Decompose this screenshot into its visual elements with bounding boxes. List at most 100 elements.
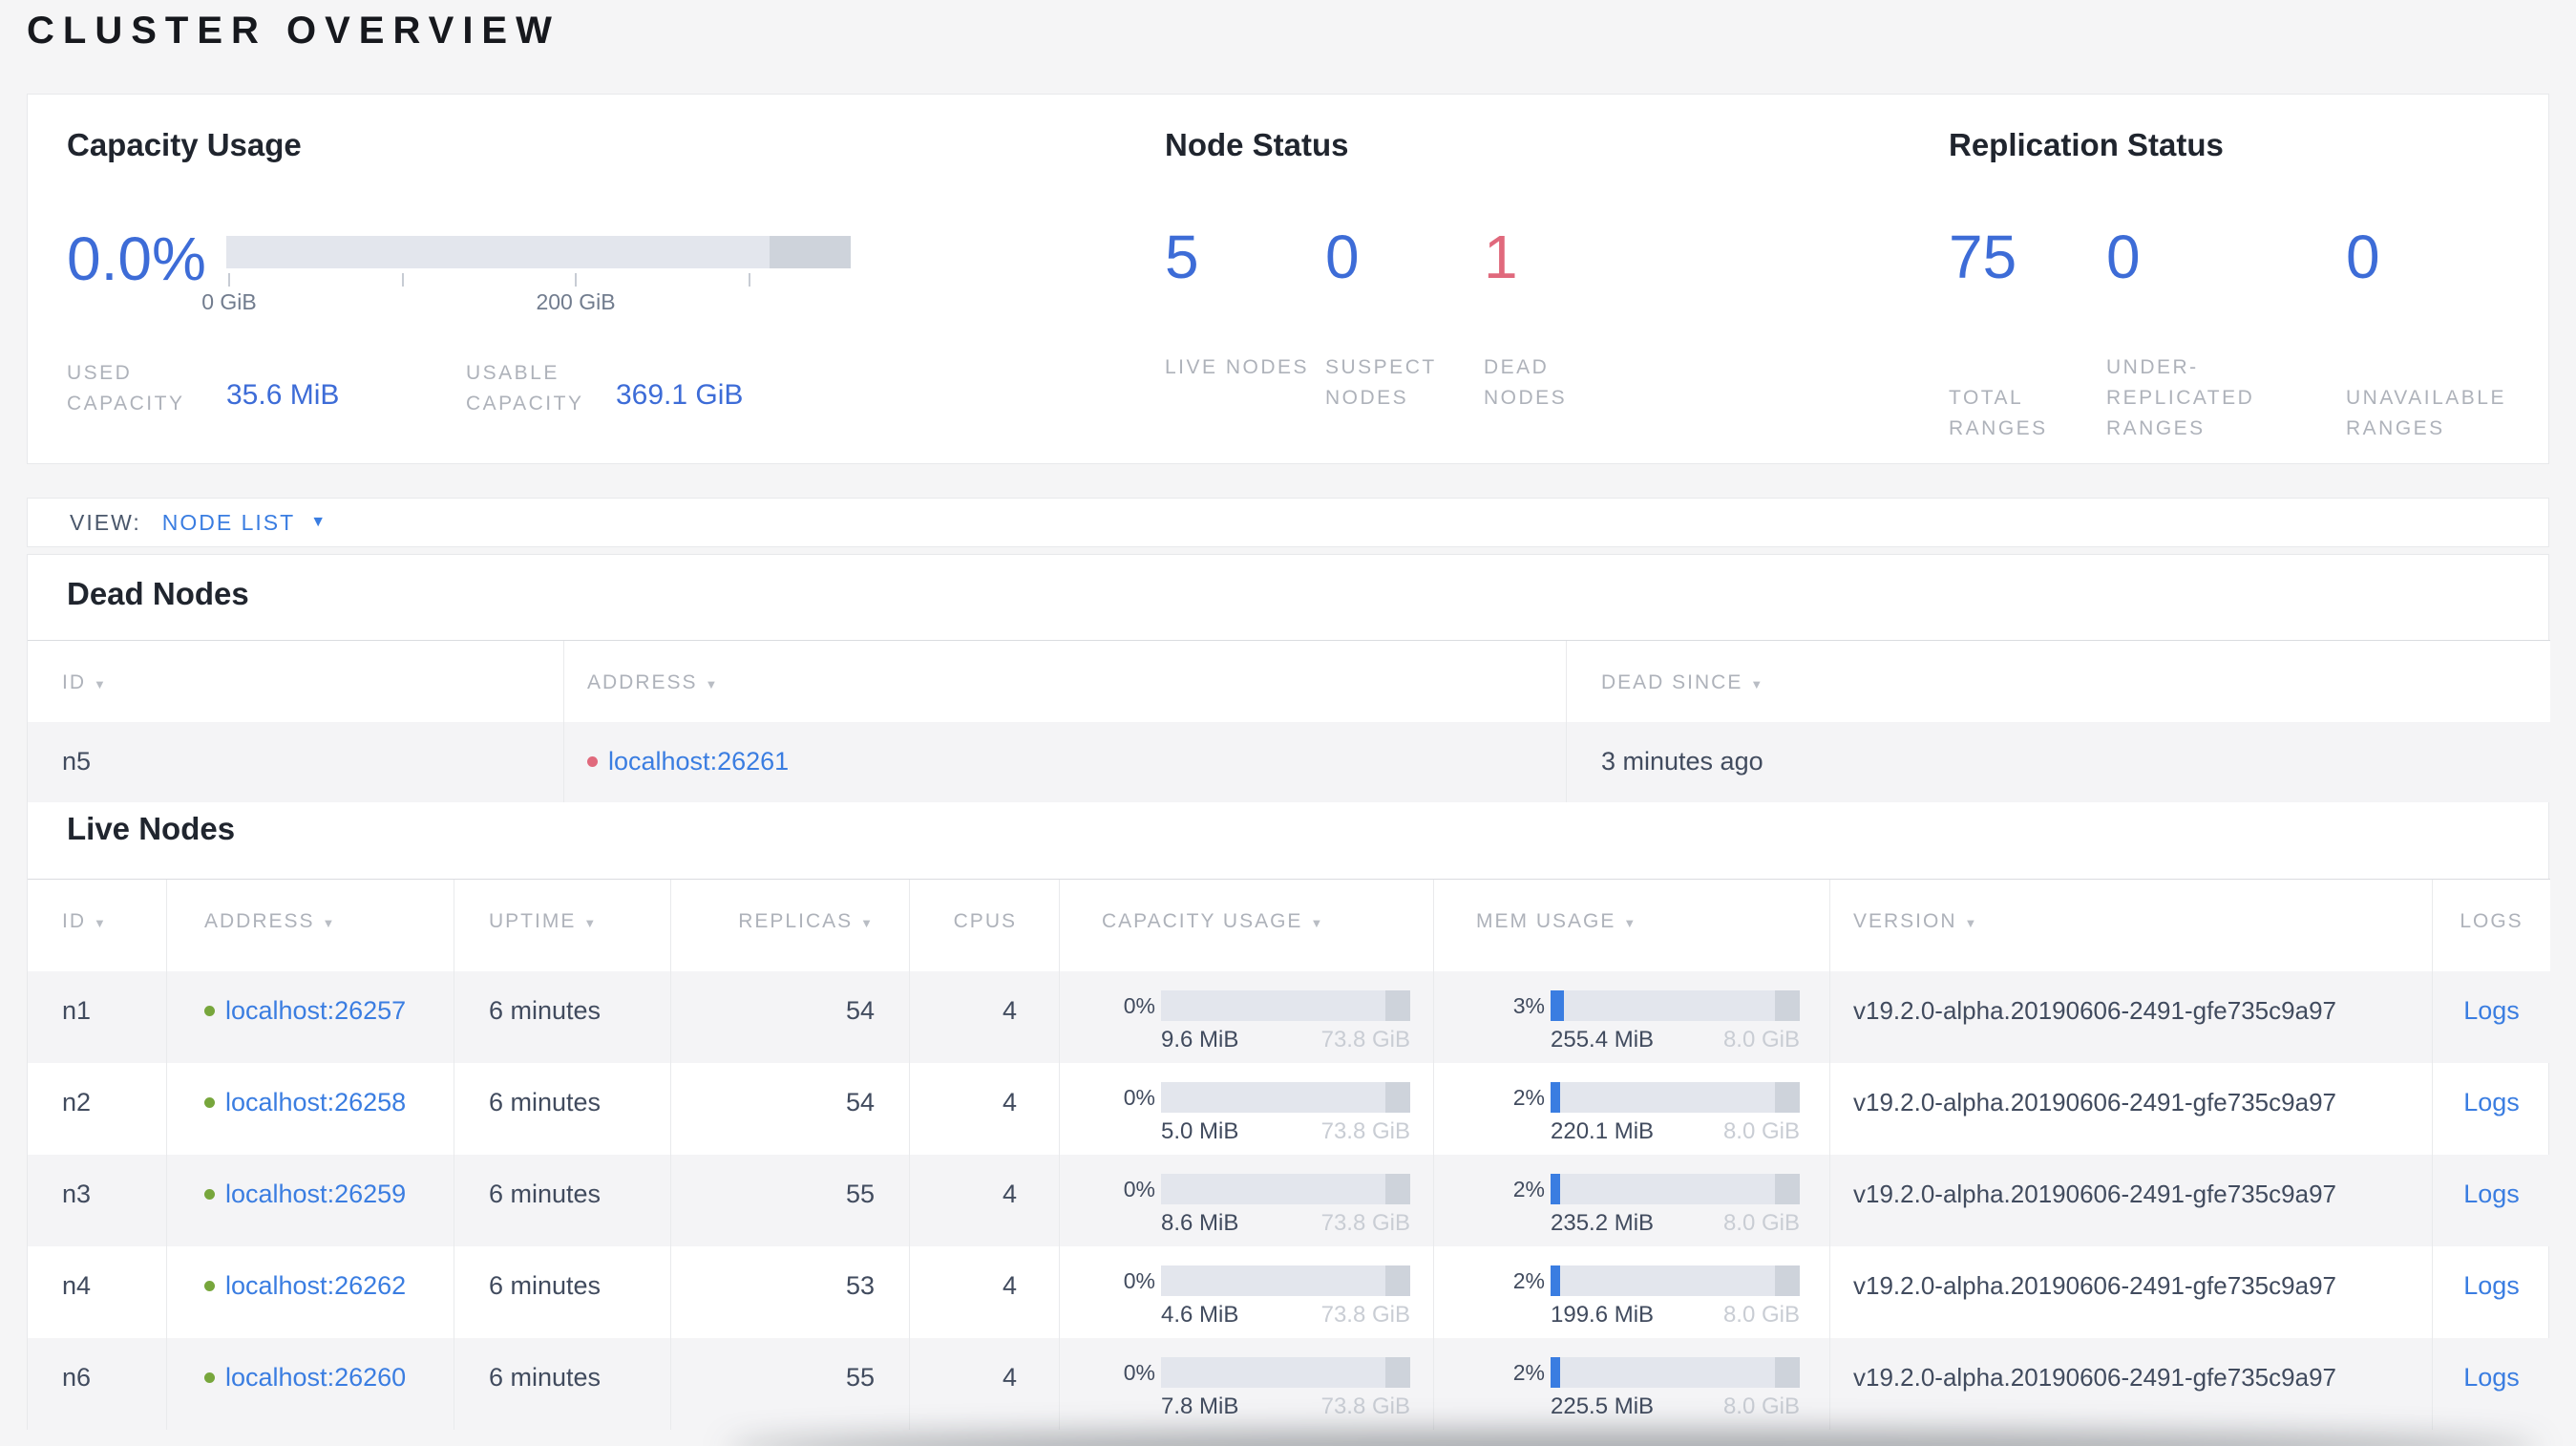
node-address-link[interactable]: localhost:26260 bbox=[225, 1363, 406, 1393]
sort-desc-icon: ▼ bbox=[322, 916, 337, 930]
node-cpus: 4 bbox=[909, 1155, 1059, 1246]
node-cpus: 4 bbox=[909, 1338, 1059, 1430]
node-replicas: 54 bbox=[670, 971, 909, 1063]
live-node-row: n1 localhost:26257 6 minutes 54 4 0% 9.6… bbox=[28, 971, 2550, 1063]
usable-capacity-value: 369.1 GiB bbox=[616, 379, 744, 411]
live-nodes-title: Live Nodes bbox=[67, 811, 236, 846]
node-capacity-usage: 0% 8.6 MiB 73.8 GiB bbox=[1059, 1155, 1433, 1246]
node-address-link[interactable]: localhost:26262 bbox=[225, 1271, 406, 1301]
node-replicas: 54 bbox=[670, 1063, 909, 1155]
capacity-gauge-bar bbox=[226, 236, 851, 268]
node-version: v19.2.0-alpha.20190606-2491-gfe735c9a97 bbox=[1829, 1155, 2432, 1246]
node-id: n1 bbox=[62, 996, 92, 1025]
node-id: n6 bbox=[62, 1363, 92, 1392]
view-dropdown-selected[interactable]: NODE LIST bbox=[162, 510, 295, 536]
capacity-gauge: 0 GiB 200 GiB bbox=[201, 236, 851, 314]
dead-col-header-address[interactable]: ADDRESS ▼ bbox=[563, 641, 1566, 722]
capacity-bar bbox=[1161, 1174, 1410, 1204]
gauge-tick-100 bbox=[402, 273, 404, 287]
node-mem-usage: 2% 199.6 MiB 8.0 GiB bbox=[1433, 1246, 1829, 1338]
gauge-tick-200 bbox=[575, 273, 577, 287]
node-mem-usage: 2% 220.1 MiB 8.0 GiB bbox=[1433, 1063, 1829, 1155]
node-logs-link[interactable]: Logs bbox=[2463, 1180, 2520, 1208]
node-replicas: 53 bbox=[670, 1246, 909, 1338]
mem-bar bbox=[1551, 1265, 1800, 1296]
live-col-header-uptime[interactable]: UPTIME ▼ bbox=[454, 880, 670, 971]
used-capacity-label: USED CAPACITY bbox=[67, 362, 185, 415]
node-logs-link[interactable]: Logs bbox=[2463, 1088, 2520, 1116]
live-col-header-logs: LOGS bbox=[2432, 880, 2550, 971]
dead-node-id: n5 bbox=[62, 747, 92, 776]
suspect-nodes-count: 0 bbox=[1325, 223, 1360, 291]
live-col-header-replicas[interactable]: REPLICAS ▼ bbox=[670, 880, 909, 971]
live-status-dot bbox=[204, 1097, 215, 1108]
sort-desc-icon: ▼ bbox=[705, 677, 720, 691]
live-col-header-address[interactable]: ADDRESS ▼ bbox=[166, 880, 454, 971]
node-id: n2 bbox=[62, 1088, 92, 1116]
node-uptime: 6 minutes bbox=[454, 1246, 670, 1338]
usable-capacity-label: USABLE CAPACITY bbox=[466, 362, 584, 415]
live-status-dot bbox=[204, 1189, 215, 1200]
sort-desc-icon: ▼ bbox=[94, 677, 108, 691]
dead-col-header-id[interactable]: ID ▼ bbox=[28, 641, 563, 722]
node-logs-link[interactable]: Logs bbox=[2463, 1271, 2520, 1300]
capacity-usage-title: Capacity Usage bbox=[67, 127, 302, 162]
live-col-header-capacity[interactable]: CAPACITY USAGE ▼ bbox=[1059, 880, 1433, 971]
node-address-link[interactable]: localhost:26257 bbox=[225, 996, 406, 1026]
dead-node-address-link[interactable]: localhost:26261 bbox=[608, 747, 789, 776]
dead-nodes-title: Dead Nodes bbox=[67, 576, 249, 611]
node-id: n4 bbox=[62, 1271, 92, 1300]
capacity-usage-section: Capacity Usage 0.0% 0 GiB 200 GiB USED C… bbox=[67, 95, 1117, 463]
live-node-row: n3 localhost:26259 6 minutes 55 4 0% 8.6… bbox=[28, 1155, 2550, 1246]
node-address-link[interactable]: localhost:26258 bbox=[225, 1088, 406, 1117]
under-replicated-count: 0 bbox=[2106, 223, 2141, 291]
mem-bar bbox=[1551, 990, 1800, 1021]
dead-node-row: n5 localhost:26261 3 minutes ago bbox=[28, 722, 2550, 802]
node-logs-link[interactable]: Logs bbox=[2463, 1363, 2520, 1392]
sort-desc-icon: ▼ bbox=[860, 916, 875, 930]
capacity-bar bbox=[1161, 1357, 1410, 1388]
dead-nodes-count: 1 bbox=[1484, 223, 1518, 291]
gauge-tick-300 bbox=[749, 273, 750, 287]
live-col-header-mem[interactable]: MEM USAGE ▼ bbox=[1433, 880, 1829, 971]
capacity-bar bbox=[1161, 990, 1410, 1021]
under-replicated-label: UNDER-REPLICATED RANGES bbox=[2106, 356, 2255, 439]
cluster-summary-panel: Capacity Usage 0.0% 0 GiB 200 GiB USED C… bbox=[27, 94, 2549, 464]
live-node-row: n2 localhost:26258 6 minutes 54 4 0% 5.0… bbox=[28, 1063, 2550, 1155]
node-version: v19.2.0-alpha.20190606-2491-gfe735c9a97 bbox=[1829, 1338, 2432, 1430]
sort-desc-icon: ▼ bbox=[1750, 677, 1765, 691]
node-version: v19.2.0-alpha.20190606-2491-gfe735c9a97 bbox=[1829, 1246, 2432, 1338]
live-nodes-header-row: ID ▼ ADDRESS ▼ UPTIME ▼ REPLICAS ▼ CPUS CAPA… bbox=[28, 880, 2550, 971]
live-col-header-cpus: CPUS bbox=[909, 880, 1059, 971]
sort-desc-icon: ▼ bbox=[1310, 916, 1325, 930]
replication-status-section: Replication Status 75 0 0 TOTAL RANGES U… bbox=[1949, 95, 2541, 463]
dead-nodes-label: DEAD NODES bbox=[1484, 356, 1568, 409]
bottom-shadow bbox=[726, 1433, 2540, 1446]
total-ranges-count: 75 bbox=[1949, 223, 2017, 291]
node-capacity-usage: 0% 4.6 MiB 73.8 GiB bbox=[1059, 1246, 1433, 1338]
live-col-header-version[interactable]: VERSION ▼ bbox=[1829, 880, 2432, 971]
replication-status-title: Replication Status bbox=[1949, 127, 2224, 162]
node-uptime: 6 minutes bbox=[454, 1155, 670, 1246]
node-uptime: 6 minutes bbox=[454, 971, 670, 1063]
mem-bar bbox=[1551, 1082, 1800, 1113]
node-address-link[interactable]: localhost:26259 bbox=[225, 1180, 406, 1209]
unavailable-label: UNAVAILABLE RANGES bbox=[2346, 387, 2506, 439]
capacity-bar bbox=[1161, 1265, 1410, 1296]
node-replicas: 55 bbox=[670, 1155, 909, 1246]
view-dropdown[interactable]: NODE LIST ▼ bbox=[162, 510, 326, 536]
node-version: v19.2.0-alpha.20190606-2491-gfe735c9a97 bbox=[1829, 1063, 2432, 1155]
total-ranges-label: TOTAL RANGES bbox=[1949, 387, 2048, 439]
node-logs-link[interactable]: Logs bbox=[2463, 996, 2520, 1025]
node-uptime: 6 minutes bbox=[454, 1063, 670, 1155]
dead-col-header-dead-since[interactable]: DEAD SINCE ▼ bbox=[1566, 641, 2550, 722]
live-node-row: n6 localhost:26260 6 minutes 55 4 0% 7.8… bbox=[28, 1338, 2550, 1430]
live-status-dot bbox=[204, 1281, 215, 1291]
live-col-header-id[interactable]: ID ▼ bbox=[28, 880, 166, 971]
capacity-used-percent: 0.0% bbox=[67, 224, 206, 293]
gauge-tick-label-200: 200 GiB bbox=[536, 289, 616, 314]
node-uptime: 6 minutes bbox=[454, 1338, 670, 1430]
live-nodes-count: 5 bbox=[1165, 223, 1199, 291]
cluster-overview-page: CLUSTER OVERVIEW Capacity Usage 0.0% 0 G… bbox=[0, 0, 2576, 1446]
live-status-dot bbox=[204, 1006, 215, 1016]
